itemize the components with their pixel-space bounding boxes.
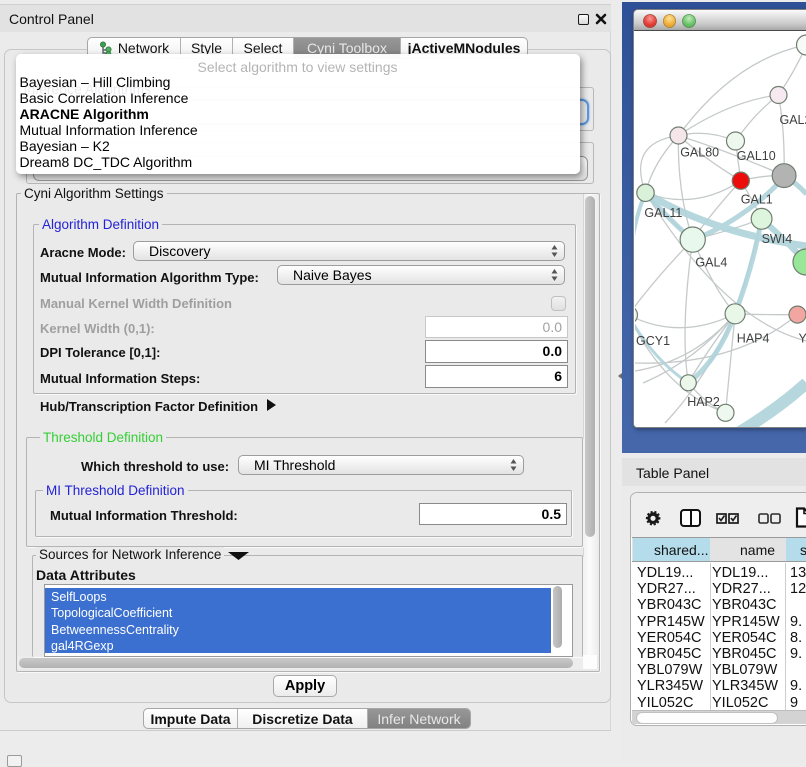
svg-text:GAL10: GAL10 <box>736 149 775 163</box>
svg-text:GAL4: GAL4 <box>695 256 727 270</box>
svg-text:GAL80: GAL80 <box>680 146 719 160</box>
svg-text:GAL2: GAL2 <box>779 113 806 127</box>
svg-text:HAP4: HAP4 <box>736 332 769 346</box>
svg-text:HAP2: HAP2 <box>687 395 720 409</box>
svg-text:GAL11: GAL11 <box>644 206 682 220</box>
svg-text:SWI4: SWI4 <box>761 232 792 246</box>
svg-text:GCY1: GCY1 <box>636 334 670 348</box>
svg-text:GAL1: GAL1 <box>740 193 772 207</box>
svg-text:YM: YM <box>798 332 806 346</box>
